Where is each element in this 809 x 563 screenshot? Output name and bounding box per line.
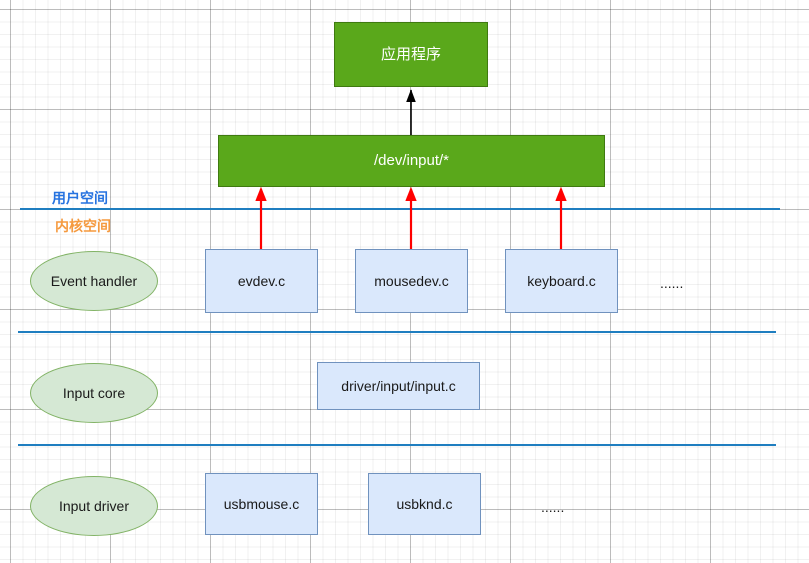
node-usbmouse-c[interactable]: usbmouse.c [205, 473, 318, 535]
group-event-handler[interactable]: Event handler [30, 251, 158, 311]
group-event-handler-label: Event handler [50, 272, 138, 289]
node-usbknd-c-label: usbknd.c [396, 495, 453, 512]
ellipsis-input-driver: ...... [541, 499, 565, 515]
node-evdev-c-label: evdev.c [237, 272, 286, 289]
group-input-driver-label: Input driver [58, 497, 130, 514]
node-usbknd-c[interactable]: usbknd.c [368, 473, 481, 535]
ellipsis-event-handler: ...... [660, 275, 684, 291]
node-driver-input-input-c[interactable]: driver/input/input.c [317, 362, 480, 410]
node-application-label: 应用程序 [380, 45, 441, 63]
group-input-driver[interactable]: Input driver [30, 476, 158, 536]
node-keyboard-c[interactable]: keyboard.c [505, 249, 618, 313]
node-keyboard-c-label: keyboard.c [527, 272, 596, 289]
divider-input-core-input-driver [18, 444, 776, 446]
node-application[interactable]: 应用程序 [334, 22, 488, 87]
group-input-core[interactable]: Input core [30, 363, 158, 423]
label-kernel-space: 内核空间 [55, 218, 111, 234]
node-evdev-c[interactable]: evdev.c [205, 249, 318, 313]
label-user-space: 用户空间 [52, 190, 108, 206]
node-usbmouse-c-label: usbmouse.c [223, 495, 300, 512]
divider-user-kernel [20, 208, 780, 210]
node-driver-input-input-c-label: driver/input/input.c [341, 377, 456, 394]
node-mousedev-c-label: mousedev.c [374, 272, 449, 289]
node-dev-input[interactable]: /dev/input/* [218, 135, 605, 187]
group-input-core-label: Input core [62, 384, 126, 401]
divider-event-handler-input-core [18, 331, 776, 333]
node-dev-input-label: /dev/input/* [373, 152, 450, 169]
node-mousedev-c[interactable]: mousedev.c [355, 249, 468, 313]
diagram-canvas: 应用程序 /dev/input/* 用户空间 内核空间 Event handle… [0, 0, 809, 563]
